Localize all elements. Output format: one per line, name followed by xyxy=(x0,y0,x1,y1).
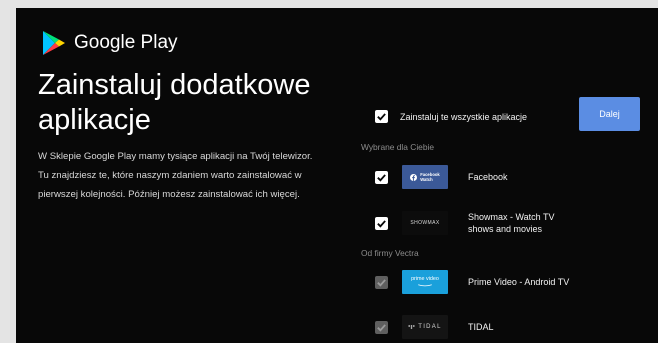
app-row-tidal[interactable]: TIDAL TIDAL xyxy=(375,315,573,339)
install-all-label: Zainstaluj te wszystkie aplikacje xyxy=(400,111,528,122)
app-name: Showmax - Watch TV shows and movies xyxy=(468,212,555,234)
app-row-showmax[interactable]: SHOWMAX Showmax - Watch TV shows and mov… xyxy=(375,211,573,235)
app-checkbox[interactable] xyxy=(375,170,388,184)
checkmark-icon xyxy=(377,323,386,332)
app-checkbox-disabled[interactable] xyxy=(375,275,388,289)
prime-video-wordmark: prime video xyxy=(411,276,439,283)
facebook-icon xyxy=(410,173,418,181)
app-name: TIDAL xyxy=(468,322,494,332)
app-checkbox[interactable] xyxy=(375,216,388,230)
title-line-2: aplikacje xyxy=(38,104,151,136)
app-name: Facebook xyxy=(468,172,508,182)
page-title: Zainstaluj dodatkowe aplikacje xyxy=(38,68,338,138)
section-label-recommended: Wybrane dla Ciebie xyxy=(361,142,435,152)
brand-name: Google Play xyxy=(74,32,178,53)
tidal-logo-icon xyxy=(408,325,416,329)
setup-screen: Google Play Zainstaluj dodatkowe aplikac… xyxy=(16,8,658,343)
install-all-checkbox[interactable] xyxy=(375,110,388,123)
facebook-watch-thumbnail: Facebook Watch xyxy=(402,165,448,189)
showmax-thumbnail: SHOWMAX xyxy=(402,211,448,235)
app-checkbox-disabled[interactable] xyxy=(375,320,388,334)
next-button[interactable]: Dalej xyxy=(579,97,640,131)
page-description: W Sklepie Google Play mamy tysiące aplik… xyxy=(38,151,313,200)
install-all-row[interactable]: Zainstaluj te wszystkie aplikacje xyxy=(375,110,527,123)
thumb-line-2: Watch xyxy=(420,177,433,182)
tidal-wordmark: TIDAL xyxy=(418,324,442,330)
checkmark-icon xyxy=(377,278,386,287)
section-label-vectra: Od firmy Vectra xyxy=(361,248,419,258)
tidal-thumbnail: TIDAL xyxy=(402,315,448,339)
app-row-facebook[interactable]: Facebook Watch Facebook xyxy=(375,165,573,189)
facebook-watch-wordmark: Facebook Watch xyxy=(420,172,440,182)
title-line-1: Zainstaluj dodatkowe xyxy=(38,69,311,101)
checkmark-icon xyxy=(377,113,386,121)
checkmark-icon xyxy=(377,173,386,182)
prime-video-thumbnail: prime video xyxy=(402,270,448,294)
app-row-prime-video[interactable]: prime video Prime Video - Android TV xyxy=(375,270,573,294)
checkmark-icon xyxy=(377,219,386,228)
smile-arrow-icon xyxy=(418,284,432,286)
google-play-icon xyxy=(43,31,65,55)
app-name: Prime Video - Android TV xyxy=(468,277,570,287)
